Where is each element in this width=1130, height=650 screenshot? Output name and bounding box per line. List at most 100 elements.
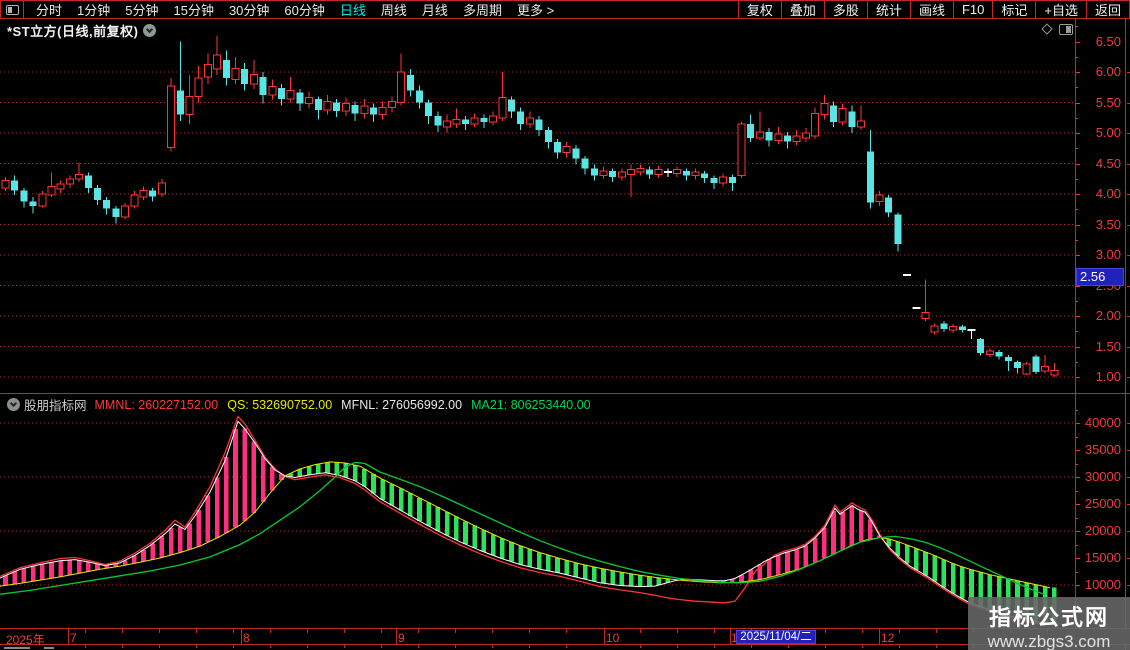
last-price-tag: 2.56 [1076,268,1124,286]
month-label-12: 12 [881,631,895,645]
week-tick [85,629,86,633]
week-tick [233,629,234,633]
clipped-text-fragment [44,647,54,649]
indicator-line-MFNL [0,420,1051,624]
action-button-返回[interactable]: 返回 [1085,1,1130,18]
week-tick [788,645,789,648]
month-separator [396,629,397,645]
week-tick [677,629,678,633]
month-label-10: 10 [606,631,620,645]
week-tick [640,629,641,633]
week-tick [566,629,567,633]
week-tick [825,629,826,633]
week-tick [196,645,197,648]
week-tick [677,645,678,648]
week-tick [862,629,863,633]
indicator-stat-QS: QS: 532690752.00 [227,397,333,412]
main-axis-label-3.50: 3.50 [1095,216,1121,232]
indicator-bars [3,428,1057,624]
week-tick [825,645,826,648]
week-tick [566,645,567,648]
period-tab-月线[interactable]: 月线 [422,0,448,19]
week-tick [714,629,715,633]
week-tick [936,629,937,633]
sub-axis-label-15000: 15000 [1084,550,1121,565]
period-tab-多周期[interactable]: 多周期 [463,0,502,19]
week-tick [529,629,530,633]
main-axis-label-5.00: 5.00 [1095,125,1121,140]
period-tab-30分钟[interactable]: 30分钟 [229,0,269,19]
period-tab-分时[interactable]: 分时 [36,0,62,19]
main-axis-label-4.00: 4.00 [1095,186,1121,201]
week-tick [714,645,715,648]
main-axis-label-2.00: 2.00 [1095,308,1121,323]
period-tab-15分钟[interactable]: 15分钟 [173,0,213,19]
week-tick [307,629,308,633]
indicator-line-MMNL [0,415,1051,626]
week-tick [751,645,752,648]
sub-axis-label-25000: 25000 [1084,496,1121,511]
week-tick [640,645,641,648]
week-tick [455,629,456,633]
right-border-line [1125,19,1126,650]
week-tick [233,645,234,648]
price-axis: 2.56 6.506.005.505.004.504.003.503.002.5… [1075,19,1125,650]
action-button-画线[interactable]: 画线 [909,1,953,18]
period-tab-日线[interactable]: 日线 [340,0,366,19]
week-tick [529,645,530,648]
layout-toggle-icon [5,4,19,15]
action-button-标记[interactable]: 标记 [992,1,1035,18]
month-separator [879,629,880,645]
sub-axis-label-20000: 20000 [1084,523,1121,538]
month-label-8: 8 [243,631,250,645]
indicator-line-MA21 [0,461,1046,596]
week-tick [122,629,123,633]
sub-axis-label-40000: 40000 [1084,415,1121,430]
collapse-indicator-icon[interactable] [7,398,20,411]
date-tag: 2025/11/04/二 [736,630,816,644]
sub-axis-label-30000: 30000 [1084,469,1121,484]
main-axis-label-6.00: 6.00 [1095,64,1121,79]
main-axis-label-1.50: 1.50 [1095,338,1121,354]
year-label: 2025年 [6,633,45,647]
watermark-url: www.zbgs3.com [987,632,1111,650]
main-axis-label-4.50: 4.50 [1095,155,1121,171]
week-tick [159,645,160,648]
main-axis-label-3.00: 3.00 [1095,247,1121,262]
action-button-叠加[interactable]: 叠加 [780,1,824,18]
window-layout-icon[interactable] [0,1,24,18]
week-tick [899,629,900,633]
month-separator [68,629,69,645]
app-window: 分时 1分钟 5分钟 15分钟 30分钟 60分钟 日线 周线 月线 多周期 更多 > 复权 叠加 多股… [0,0,1130,650]
action-button-F10[interactable]: F10 [952,1,992,18]
menubar: 分时 1分钟 5分钟 15分钟 30分钟 60分钟 日线 周线 月线 多周期 更多 > 复权 叠加 多股… [0,0,1130,19]
main-candlestick-chart[interactable] [0,30,1075,393]
watermark: 指标公式网 www.zbgs3.com [968,597,1130,650]
action-button-统计[interactable]: 统计 [866,1,910,18]
period-tab-周线[interactable]: 周线 [381,0,407,19]
week-tick [862,645,863,648]
week-tick [122,645,123,648]
month-label-9: 9 [398,631,405,645]
week-tick [159,629,160,633]
action-button-复权[interactable]: 复权 [737,1,781,18]
week-tick [307,645,308,648]
period-tab-更多 >[interactable]: 更多 > [517,0,554,19]
period-tab-1分钟[interactable]: 1分钟 [77,0,110,19]
sub-axis-label-35000: 35000 [1084,442,1121,457]
month-separator [604,629,605,645]
indicator-stat-MFNL: MFNL: 276056992.00 [341,397,463,412]
watermark-title: 指标公式网 [988,605,1109,630]
action-button-+自选[interactable]: +自选 [1035,1,1086,18]
candles [1,35,1059,377]
sub-axis-label-10000: 10000 [1084,577,1121,592]
period-tab-60分钟[interactable]: 60分钟 [284,0,324,19]
period-tab-5分钟[interactable]: 5分钟 [125,0,158,19]
main-axis-label-5.50: 5.50 [1095,94,1121,110]
week-tick [270,629,271,633]
indicator-header: 股朋指标网 MMNL: 260227152.00 QS: 532690752.00… [2,396,600,413]
date-axis: 2025年 2025/11/04/二 789101112 [0,628,1130,647]
action-button-多股[interactable]: 多股 [823,1,867,18]
indicator-chart[interactable] [0,415,1075,628]
indicator-stat-MA21: MA21: 806253440.00 [471,397,591,412]
